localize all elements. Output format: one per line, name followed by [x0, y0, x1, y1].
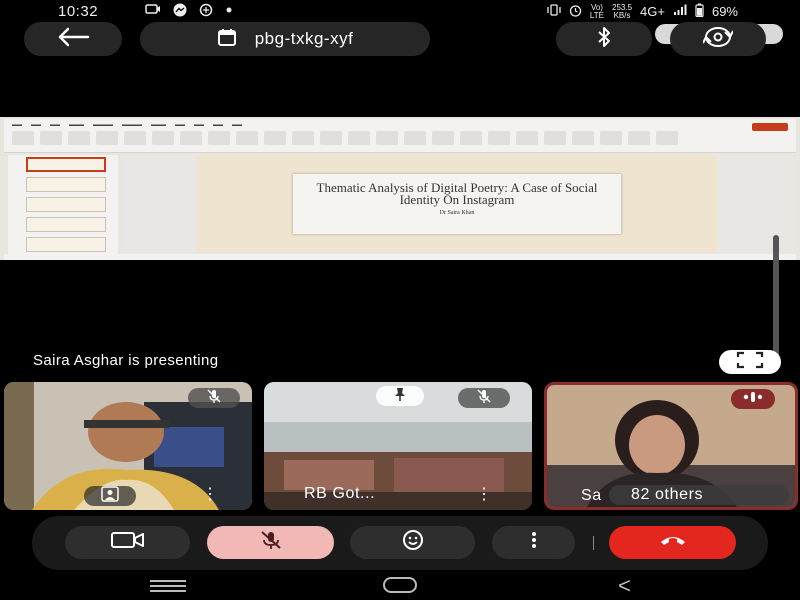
- mic-off-icon: [259, 530, 283, 555]
- more-vert-icon[interactable]: ⋮: [476, 484, 492, 504]
- slide-thumbnail: [26, 237, 106, 252]
- more-vert-icon[interactable]: ⋮: [202, 484, 218, 504]
- scrollbar[interactable]: [773, 235, 779, 365]
- camera-icon: [145, 3, 161, 20]
- recents-button[interactable]: [150, 580, 186, 592]
- ribbon-tab-shape: ▬▬▬▬: [93, 122, 113, 128]
- participant-tile[interactable]: ⋮: [4, 382, 252, 510]
- ribbon-tabs: ▬▬ ▬▬ ▬▬ ▬▬▬ ▬▬▬▬ ▬▬▬▬ ▬▬▬ ▬▬ ▬▬ ▬▬ ▬▬: [12, 122, 242, 128]
- bluetooth-icon: [596, 26, 612, 53]
- call-controls: [32, 516, 768, 570]
- status-system-icons: Vo) LTE 253.5 KB/s 4G+ 69%: [547, 3, 738, 20]
- presentation-stage[interactable]: ▬▬ ▬▬ ▬▬ ▬▬▬ ▬▬▬▬ ▬▬▬▬ ▬▬▬ ▬▬ ▬▬ ▬▬ ▬▬ Thematic An…: [0, 117, 800, 260]
- participant-tile-speaking[interactable]: Sa 82 others: [544, 382, 798, 510]
- slide-title: Thematic Analysis of Digital Poetry: A C…: [316, 180, 598, 207]
- mic-off-icon: [206, 388, 222, 409]
- participant-name: Sa: [581, 487, 602, 504]
- messenger-icon: [173, 3, 187, 20]
- notification-dot-icon: [225, 3, 233, 20]
- ribbon-tab-shape: ▬▬: [232, 122, 242, 128]
- switch-camera-button[interactable]: [670, 22, 766, 56]
- slide-thumbnail: [26, 217, 106, 232]
- ribbon-commands: [12, 131, 782, 149]
- ribbon-tab-shape: ▬▬: [12, 122, 22, 128]
- others-chip[interactable]: 82 others: [609, 485, 789, 505]
- effects-button[interactable]: [84, 485, 136, 507]
- participant-tile[interactable]: RB Got... ⋮: [264, 382, 532, 510]
- speaking-indicator: [731, 389, 775, 409]
- battery-percent: 69%: [711, 4, 738, 19]
- vibrate-icon: [547, 4, 561, 19]
- participant-tiles: ⋮ RB Got... ⋮ Sa 82 others: [0, 382, 800, 510]
- network-speed: 253.5 KB/s: [612, 2, 633, 20]
- ribbon-tab-shape: ▬▬▬▬: [122, 122, 142, 128]
- muted-indicator: [458, 388, 510, 408]
- pin-icon: [392, 386, 408, 407]
- back-nav-button[interactable]: <: [618, 573, 631, 599]
- controls-divider: [593, 536, 594, 550]
- camera-toggle-button[interactable]: [65, 526, 190, 559]
- fullscreen-button[interactable]: [719, 350, 781, 374]
- ribbon-tab-shape: ▬▬▬: [69, 122, 84, 128]
- status-notification-icons: [145, 3, 233, 20]
- slide-thumbnails: [8, 155, 118, 255]
- muted-indicator: [188, 388, 240, 408]
- status-bar: 10:32 Vo) LTE 253.5 KB/s 4G+ 69%: [0, 0, 800, 22]
- slide-thumbnail: [26, 177, 106, 192]
- volte-indicator: Vo) LTE: [589, 2, 604, 20]
- ribbon-tab-shape: ▬▬: [31, 122, 41, 128]
- end-call-button[interactable]: [609, 526, 736, 559]
- current-slide: Thematic Analysis of Digital Poetry: A C…: [197, 155, 717, 253]
- presenting-label: Saira Asghar is presenting: [33, 352, 219, 369]
- more-vert-icon: [531, 531, 537, 554]
- home-button[interactable]: [383, 577, 417, 593]
- battery-icon: [695, 3, 704, 20]
- ribbon-tab-shape: ▬▬: [194, 122, 204, 128]
- slide-thumbnail: [26, 157, 106, 172]
- ribbon-tab-shape: ▬▬: [175, 122, 185, 128]
- meeting-code-button[interactable]: pbg-txkg-xyf: [140, 22, 430, 56]
- signal-icon: [673, 4, 687, 19]
- switch-camera-icon: [702, 26, 734, 53]
- fullscreen-icon: [736, 351, 764, 374]
- data-saver-icon: [199, 3, 213, 20]
- ppt-status-bar: [4, 254, 796, 260]
- emoji-icon: [402, 529, 424, 556]
- audio-level-icon: [742, 390, 764, 408]
- system-nav-bar: <: [0, 572, 800, 600]
- video-camera-icon: [110, 531, 145, 554]
- ribbon-tab-shape: ▬▬▬: [151, 122, 166, 128]
- title-card: Thematic Analysis of Digital Poetry: A C…: [293, 174, 621, 234]
- powerpoint-ribbon: ▬▬ ▬▬ ▬▬ ▬▬▬ ▬▬▬▬ ▬▬▬▬ ▬▬▬ ▬▬ ▬▬ ▬▬ ▬▬: [4, 119, 796, 153]
- slide-author: Dr Saira Khan: [439, 210, 475, 216]
- ribbon-tab-shape: ▬▬: [213, 122, 223, 128]
- alarm-icon: [569, 4, 582, 20]
- others-count: 82 others: [631, 486, 704, 503]
- end-call-icon: [659, 533, 687, 552]
- calendar-icon: [217, 27, 237, 52]
- ppt-share-button: [752, 123, 788, 131]
- slide-canvas: Thematic Analysis of Digital Poetry: A C…: [122, 155, 798, 255]
- mic-off-icon: [476, 388, 492, 409]
- back-button[interactable]: [24, 22, 122, 56]
- participant-name: RB Got...: [304, 485, 376, 502]
- portrait-effects-icon: [101, 485, 119, 507]
- status-time: 10:32: [58, 3, 99, 20]
- more-options-button[interactable]: [492, 526, 575, 559]
- reactions-button[interactable]: [350, 526, 475, 559]
- network-type: 4G+: [640, 4, 665, 19]
- pin-button[interactable]: [376, 386, 424, 406]
- mic-toggle-button[interactable]: [207, 526, 334, 559]
- ribbon-tab-shape: ▬▬: [50, 122, 60, 128]
- meeting-code-text: pbg-txkg-xyf: [254, 29, 354, 48]
- slide-thumbnail: [26, 197, 106, 212]
- back-arrow-icon: [56, 27, 90, 52]
- audio-output-button[interactable]: [556, 22, 652, 56]
